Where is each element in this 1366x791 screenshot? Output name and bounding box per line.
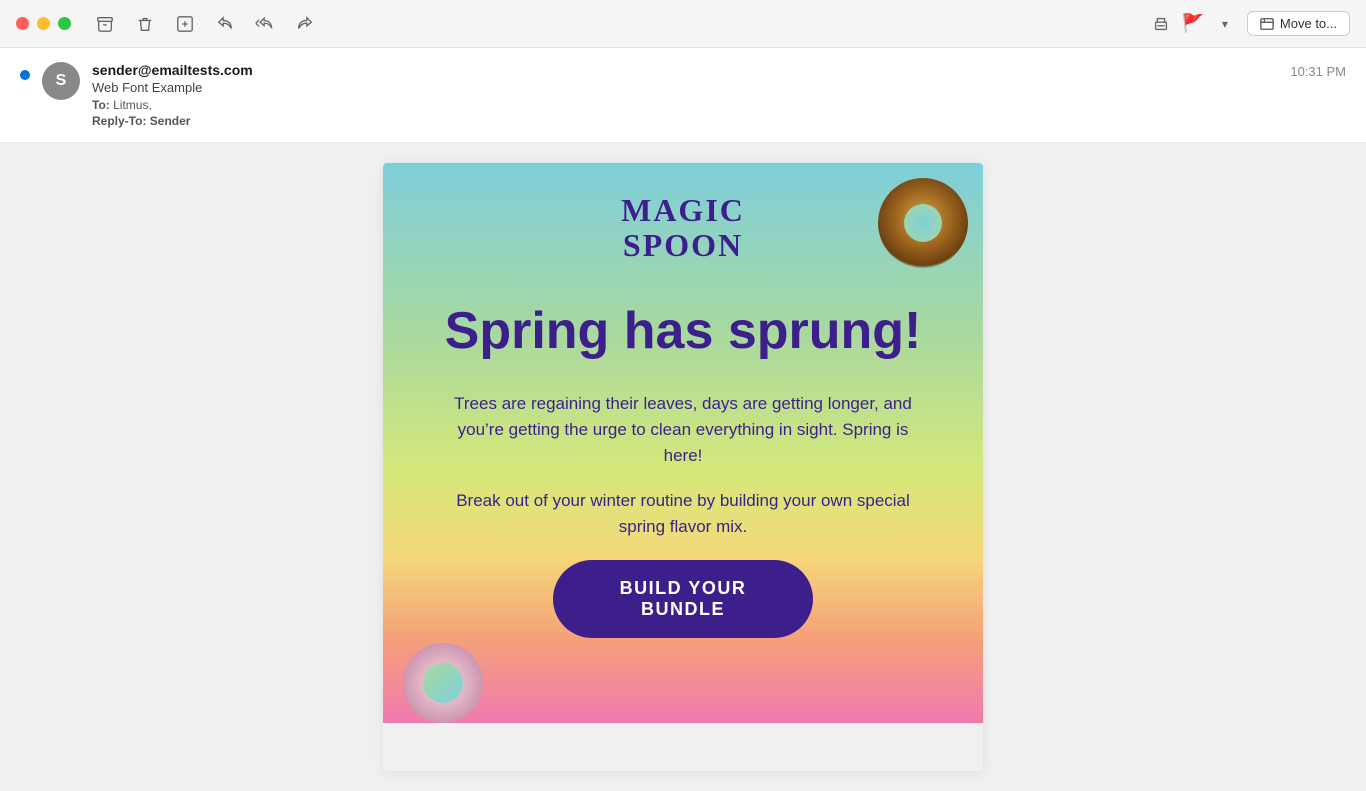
headline-text: Spring has sprung! [423,303,943,360]
brand-logo: MAGIC SPOON [423,193,943,263]
body-paragraph-2: Break out of your winter routine by buil… [443,488,923,541]
hero-headline: Spring has sprung! [423,303,943,360]
email-reply-to: Reply-To: Sender [92,114,253,128]
titlebar-right: 🚩 ▾ Move to... [1151,11,1350,36]
reply-button[interactable] [215,14,235,34]
forward-button[interactable] [295,14,315,34]
print-button[interactable] [1151,14,1171,34]
unread-indicator [20,70,30,80]
body-paragraph-1: Trees are regaining their leaves, days a… [443,391,923,470]
donut-shape [403,643,483,723]
junk-button[interactable] [175,14,195,34]
logo-text: MAGIC SPOON [423,193,943,263]
hero-section: MAGIC SPOON Spring has sprung! Trees are… [383,163,983,723]
hero-body: Trees are regaining their leaves, days a… [423,391,943,541]
maximize-button[interactable] [58,17,71,30]
email-body: MAGIC SPOON Spring has sprung! Trees are… [0,143,1366,791]
sender-name: sender@emailtests.com [92,62,253,78]
email-content: MAGIC SPOON Spring has sprung! Trees are… [383,163,983,771]
email-header-left: S sender@emailtests.com Web Font Example… [20,62,253,128]
traffic-lights [16,17,71,30]
archive-button[interactable] [95,14,115,34]
close-button[interactable] [16,17,29,30]
move-to-button[interactable]: Move to... [1247,11,1350,36]
email-timestamp: 10:31 PM [1290,64,1346,79]
email-header: S sender@emailtests.com Web Font Example… [0,48,1366,143]
titlebar: 🚩 ▾ Move to... [0,0,1366,48]
flag-button[interactable]: 🚩 [1183,14,1203,34]
minimize-button[interactable] [37,17,50,30]
trash-button[interactable] [135,14,155,34]
toolbar-actions [95,14,315,34]
email-metadata: sender@emailtests.com Web Font Example T… [92,62,253,128]
sender-avatar: S [42,62,80,100]
email-to: To: Litmus, [92,98,253,112]
cta-button[interactable]: BUILD YOUR BUNDLE [553,560,813,638]
donut-decoration [403,643,483,723]
flag-dropdown-button[interactable]: ▾ [1215,14,1235,34]
email-subject: Web Font Example [92,80,253,95]
reply-all-button[interactable] [255,14,275,34]
